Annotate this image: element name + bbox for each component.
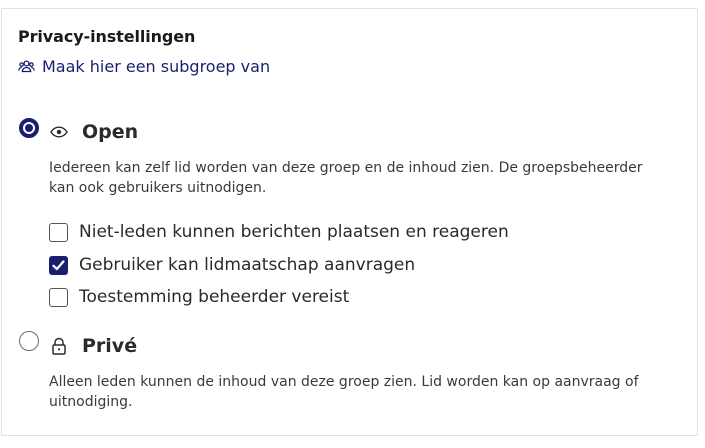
lock-icon (50, 337, 68, 355)
option-open-description: Iedereen kan zelf lid worden van deze gr… (49, 160, 643, 196)
option-private-description: Alleen leden kunnen de inhoud van deze g… (49, 374, 639, 410)
eye-icon (50, 123, 68, 141)
checkbox-box[interactable] (49, 222, 68, 242)
checkbox-box[interactable] (49, 287, 68, 307)
checkbox-admin-approval[interactable]: Toestemming beheerder vereist (49, 287, 349, 307)
section-title: Privacy-instellingen (18, 27, 196, 46)
radio-private[interactable] (19, 331, 39, 351)
group-icon (18, 59, 35, 74)
checkbox-label: Niet-leden kunnen berichten plaatsen en … (79, 222, 509, 242)
checkbox-box[interactable] (49, 255, 68, 275)
option-open-title: Open (82, 121, 139, 143)
checkbox-nonmembers-post[interactable]: Niet-leden kunnen berichten plaatsen en … (49, 222, 509, 242)
option-private-title: Privé (82, 335, 138, 357)
checkmark-icon (52, 259, 65, 270)
option-open-header: Open (50, 121, 138, 143)
radio-open[interactable] (19, 118, 39, 138)
checkbox-request-membership[interactable]: Gebruiker kan lidmaatschap aanvragen (49, 255, 415, 275)
option-private-header: Privé (50, 335, 137, 357)
make-subgroup-link[interactable]: Maak hier een subgroep van (18, 57, 270, 76)
checkbox-label: Toestemming beheerder vereist (79, 287, 350, 307)
make-subgroup-label: Maak hier een subgroep van (42, 57, 271, 76)
checkbox-label: Gebruiker kan lidmaatschap aanvragen (79, 255, 416, 275)
